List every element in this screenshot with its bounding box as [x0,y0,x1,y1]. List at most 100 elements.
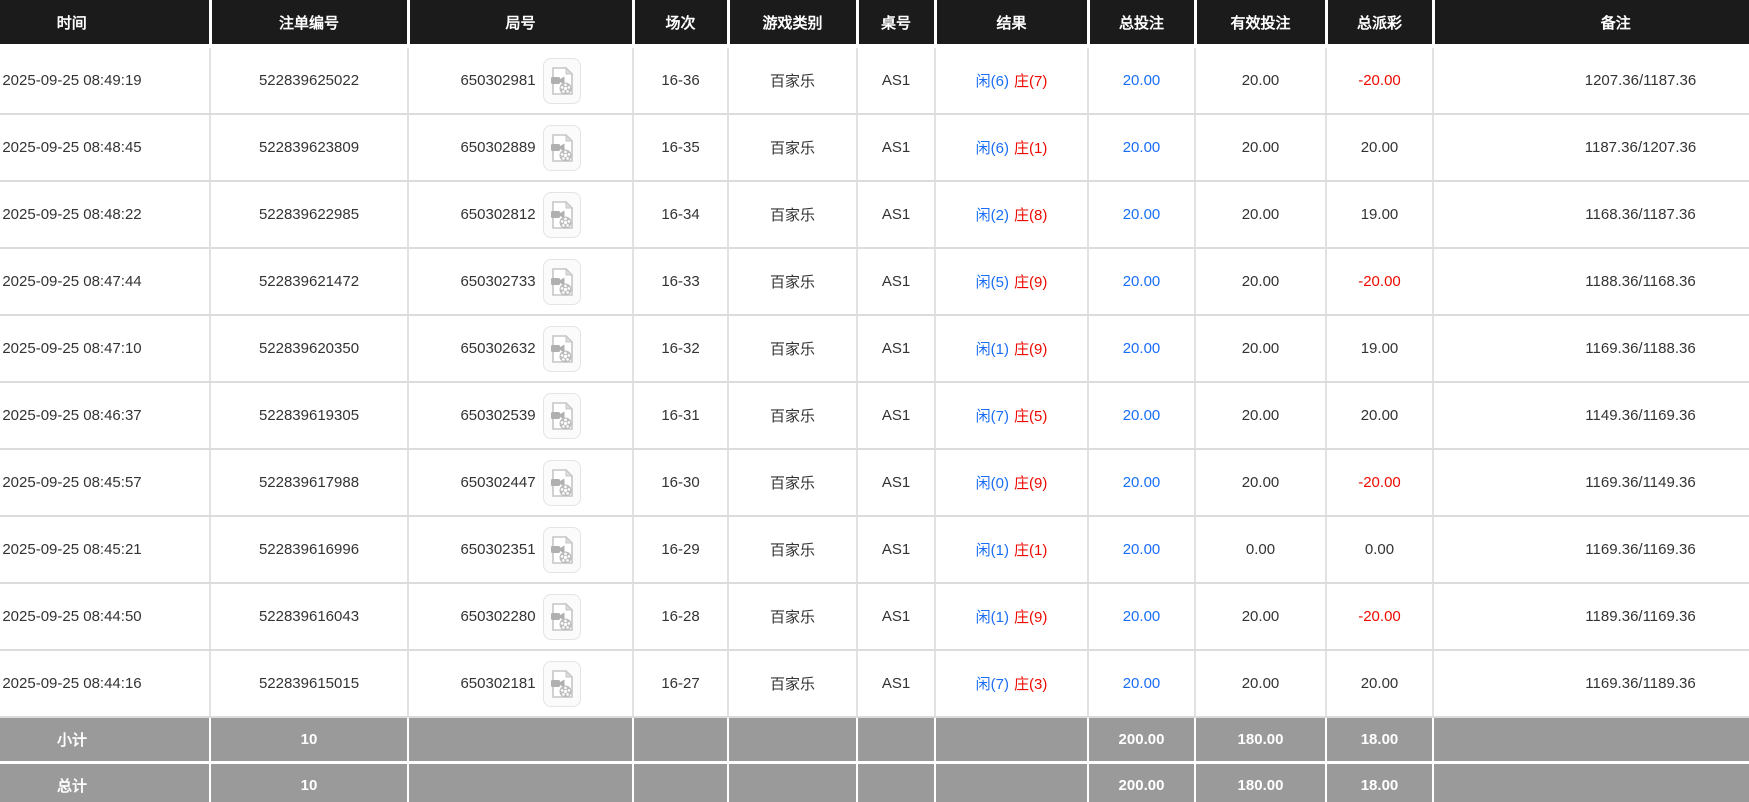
table-no-cell: AS1 [857,516,936,584]
session-cell: 16-35 [633,114,729,182]
payout-cell: 19.00 [1326,181,1434,249]
session-cell: 16-29 [633,516,729,584]
time-cell: 2025-09-25 08:45:57 [0,449,211,517]
payout-cell: -20.00 [1326,583,1434,651]
table-no-cell: AS1 [857,315,936,383]
bet-id-cell: 522839619305 [210,382,409,450]
video-file-icon [550,267,573,296]
player-result: 闲(7) [975,676,1009,693]
banker-result: 庄(5) [1014,408,1048,425]
video-replay-button[interactable] [542,660,581,707]
valid-bet-cell: 20.00 [1195,315,1327,383]
table-no-cell: AS1 [857,449,936,517]
player-result: 闲(6) [975,140,1009,157]
round-no-cell: 650302632 [408,315,634,383]
session-cell: 16-36 [633,46,729,115]
round-number: 650302447 [460,474,536,491]
valid-bet-cell: 20.00 [1195,449,1327,517]
total-bet-cell: 20.00 [1088,382,1196,450]
round-no-cell: 650302280 [408,583,634,651]
header-bet-id: 注单编号 [210,0,410,48]
banker-result: 庄(1) [1014,542,1048,559]
total-bet-cell: 20.00 [1088,315,1196,383]
session-cell: 16-34 [633,181,729,249]
bet-id-cell: 522839616043 [210,583,409,651]
subtotal-empty-gametype [728,717,858,764]
video-replay-button[interactable] [542,459,581,506]
video-replay-button[interactable] [542,57,581,104]
bet-id-cell: 522839616996 [210,516,409,584]
total-bet-cell: 20.00 [1088,248,1196,316]
player-result: 闲(2) [975,207,1009,224]
payout-cell: 0.00 [1326,516,1434,584]
session-cell: 16-28 [633,583,729,651]
table-row: 2025-09-25 08:45:57 522839617988 6503024… [0,449,1749,517]
valid-bet-cell: 20.00 [1195,382,1327,450]
total-empty-remark [1433,762,1749,802]
game-type-cell: 百家乐 [728,114,858,182]
total-valid-bet: 180.00 [1195,762,1327,802]
banker-result: 庄(1) [1014,140,1048,157]
result-cell: 闲(2) 庄(8) [935,181,1089,249]
video-replay-button[interactable] [542,191,581,238]
valid-bet-cell: 20.00 [1195,181,1327,249]
header-time: 时间 [0,0,212,48]
game-type-cell: 百家乐 [728,181,858,249]
banker-result: 庄(8) [1014,207,1048,224]
header-result: 结果 [935,0,1090,48]
table-header-row: 时间 注单编号 局号 场次 游戏类别 桌号 结果 总投注 有效投注 总派彩 备注 [0,0,1749,48]
payout-cell: 20.00 [1326,114,1434,182]
result-cell: 闲(7) 庄(5) [935,382,1089,450]
time-cell: 2025-09-25 08:47:44 [0,248,211,316]
remark-cell: 1169.36/1169.36 [1433,516,1749,584]
total-label: 总计 [0,762,211,802]
total-empty-result [935,762,1089,802]
video-replay-button[interactable] [542,258,581,305]
round-number: 650302351 [460,541,536,558]
time-cell: 2025-09-25 08:47:10 [0,315,211,383]
game-type-cell: 百家乐 [728,46,858,115]
video-replay-button[interactable] [542,593,581,640]
round-no-cell: 650302889 [408,114,634,182]
banker-result: 庄(3) [1014,676,1048,693]
banker-result: 庄(9) [1014,341,1048,358]
table-row: 2025-09-25 08:45:21 522839616996 6503023… [0,516,1749,584]
bet-id-cell: 522839625022 [210,46,409,115]
subtotal-empty-tableno [857,717,936,764]
round-number: 650302733 [460,273,536,290]
time-cell: 2025-09-25 08:44:50 [0,583,211,651]
payout-cell: -20.00 [1326,46,1434,115]
header-game-type: 游戏类别 [728,0,859,48]
time-cell: 2025-09-25 08:44:16 [0,650,211,718]
total-count: 10 [210,762,409,802]
header-remark: 备注 [1433,0,1749,48]
header-total-bet: 总投注 [1088,0,1197,48]
video-file-icon [550,669,573,698]
table-row: 2025-09-25 08:47:10 522839620350 6503026… [0,315,1749,383]
round-number: 650302981 [460,72,536,89]
remark-cell: 1169.36/1149.36 [1433,449,1749,517]
table-row: 2025-09-25 08:47:44 522839621472 6503027… [0,248,1749,316]
total-bet-cell: 20.00 [1088,46,1196,115]
bet-id-cell: 522839615015 [210,650,409,718]
game-type-cell: 百家乐 [728,449,858,517]
total-bet-cell: 20.00 [1088,583,1196,651]
round-number: 650302889 [460,139,536,156]
valid-bet-cell: 20.00 [1195,46,1327,115]
header-round-no: 局号 [408,0,635,48]
video-replay-button[interactable] [542,392,581,439]
video-replay-button[interactable] [542,325,581,372]
total-total-bet: 200.00 [1088,762,1196,802]
game-type-cell: 百家乐 [728,583,858,651]
video-replay-button[interactable] [542,124,581,171]
payout-cell: -20.00 [1326,248,1434,316]
total-bet-cell: 20.00 [1088,516,1196,584]
video-file-icon [550,66,573,95]
video-file-icon [550,200,573,229]
result-cell: 闲(7) 庄(3) [935,650,1089,718]
video-replay-button[interactable] [542,526,581,573]
bet-records-page: 时间 注单编号 局号 场次 游戏类别 桌号 结果 总投注 有效投注 总派彩 备注… [0,0,1749,802]
player-result: 闲(0) [975,475,1009,492]
result-cell: 闲(6) 庄(7) [935,46,1089,115]
valid-bet-cell: 20.00 [1195,650,1327,718]
